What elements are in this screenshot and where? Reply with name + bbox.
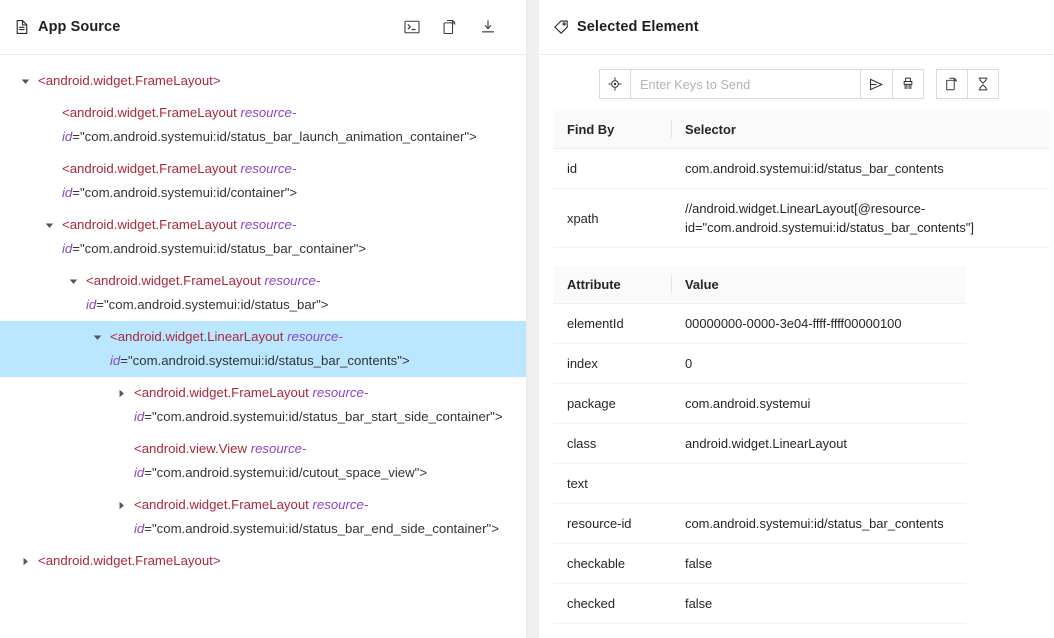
tree-node[interactable]: <android.widget.FrameLayout resource-id=… <box>0 153 526 209</box>
tree-node-label: <android.widget.FrameLayout resource-id=… <box>62 161 298 200</box>
find-by-table: Find By Selector id com.android.systemui:… <box>553 111 1050 248</box>
tree-node-selected[interactable]: <android.widget.LinearLayout resource-id… <box>0 321 526 377</box>
tag-icon <box>553 19 569 35</box>
tree-node[interactable]: <android.widget.FrameLayout resource-id=… <box>0 377 526 433</box>
chevron-down-icon[interactable] <box>18 69 32 93</box>
app-source-header: App Source <box>0 0 526 55</box>
tree-node[interactable]: <android.widget.FrameLayout resource-id=… <box>0 265 526 321</box>
table-row[interactable]: xpath//android.widget.LinearLayout[@reso… <box>553 188 1050 248</box>
attribute-name-cell: checkable <box>553 543 671 584</box>
copy-icon[interactable] <box>936 69 968 99</box>
tree-node-label: <android.widget.FrameLayout resource-id=… <box>86 273 329 312</box>
attribute-name-cell: clickable <box>553 623 671 638</box>
attribute-value-cell: false <box>671 543 966 584</box>
download-icon[interactable] <box>478 17 498 37</box>
table-row[interactable]: text <box>553 463 966 504</box>
chevron-right-icon[interactable] <box>114 381 128 405</box>
tree-node-label: <android.widget.LinearLayout resource-id… <box>110 329 410 368</box>
hourglass-icon[interactable] <box>968 69 999 99</box>
selected-element-title-group: Selected Element <box>553 19 699 35</box>
chevron-right-icon[interactable] <box>18 549 32 573</box>
keys-input-group <box>599 69 924 99</box>
attribute-value-cell: com.android.systemui:id/status_bar_conte… <box>671 503 966 544</box>
chevron-right-icon[interactable] <box>114 493 128 517</box>
tree-node[interactable]: <android.widget.FrameLayout resource-id=… <box>0 209 526 265</box>
table-row[interactable]: resource-id com.android.systemui:id/statu… <box>553 503 966 544</box>
selector-cell: //android.widget.LinearLayout[@resource-… <box>671 188 1050 248</box>
tree-node-label: <android.widget.FrameLayout resource-id=… <box>134 497 499 536</box>
attribute-name-cell: package <box>553 383 671 424</box>
value-column-header: Value <box>671 266 966 304</box>
attribute-value-cell: false <box>671 583 966 624</box>
attribute-name-cell: class <box>553 423 671 464</box>
attributes-scrollbar[interactable] <box>1046 110 1052 610</box>
table-row[interactable]: checked false <box>553 583 966 624</box>
file-document-icon <box>14 19 30 35</box>
tree-node-label: <android.view.View resource-id="com.andr… <box>134 441 428 480</box>
selected-element-toolbar <box>539 55 1054 111</box>
attribute-name-cell: checked <box>553 583 671 624</box>
app-source-actions <box>402 17 512 37</box>
tree-node-label: <android.widget.FrameLayout> <box>38 73 221 88</box>
table-row[interactable]: class android.widget.LinearLayout <box>553 423 966 464</box>
attribute-column-header: Attribute <box>553 266 671 304</box>
app-source-panel: App Source <android.widget.FrameLayout> … <box>0 0 527 638</box>
crosshair-target-icon[interactable] <box>599 69 631 99</box>
panel-divider[interactable] <box>527 0 539 638</box>
appium-inspector-root: App Source <android.widget.FrameLayout> … <box>0 0 1054 638</box>
attribute-value-cell <box>671 463 966 504</box>
tree-node[interactable]: <android.view.View resource-id="com.andr… <box>0 433 526 489</box>
tree-node[interactable]: <android.widget.FrameLayout> <box>0 65 526 97</box>
table-row[interactable]: clickablefalse <box>553 623 966 638</box>
chevron-down-icon[interactable] <box>42 213 56 237</box>
table-row[interactable]: id com.android.systemui:id/status_bar_con… <box>553 148 1050 189</box>
app-source-title-group: App Source <box>14 19 120 35</box>
table-row[interactable]: elementId 00000000-0000-3e04-ffff-ffff000… <box>553 303 966 344</box>
send-keys-input[interactable] <box>631 69 861 99</box>
table-row[interactable]: index 0 <box>553 343 966 384</box>
tree-node[interactable]: <android.widget.FrameLayout resource-id=… <box>0 97 526 153</box>
tree-node-label: <android.widget.FrameLayout resource-id=… <box>134 385 503 424</box>
tree-node-label: <android.widget.FrameLayout resource-id=… <box>62 105 477 144</box>
attributes-table: Attribute Value elementId 00000000-0000-3… <box>553 266 966 638</box>
tree-node[interactable]: <android.widget.FrameLayout resource-id=… <box>0 489 526 545</box>
attribute-name-cell: index <box>553 343 671 384</box>
chevron-down-icon[interactable] <box>90 325 104 349</box>
selected-element-title-text: Selected Element <box>577 19 699 35</box>
app-source-tree-scroll[interactable]: <android.widget.FrameLayout> <android.wid… <box>0 55 526 638</box>
attribute-value-cell: android.widget.LinearLayout <box>671 423 966 464</box>
table-row[interactable]: package com.android.systemui <box>553 383 966 424</box>
tree-node-label: <android.widget.FrameLayout> <box>38 553 221 568</box>
attribute-value-cell: false <box>671 623 966 638</box>
tree-node[interactable]: <android.widget.FrameLayout> <box>0 545 526 577</box>
attribute-name-cell: elementId <box>553 303 671 344</box>
selected-element-tables: Find By Selector id com.android.systemui:… <box>539 111 1054 638</box>
selected-element-header: Selected Element <box>539 0 1054 55</box>
selected-element-panel: Selected Element Enter Keys to Send Find… <box>539 0 1054 638</box>
terminal-icon[interactable] <box>402 17 422 37</box>
attribute-name-cell: resource-id <box>553 503 671 544</box>
brush-clear-icon[interactable] <box>893 69 924 99</box>
app-source-tree: <android.widget.FrameLayout> <android.wid… <box>0 65 526 587</box>
attribute-value-cell: com.android.systemui <box>671 383 966 424</box>
attribute-value-cell: 00000000-0000-3e04-ffff-ffff00000100 <box>671 303 966 344</box>
selector-cell: com.android.systemui:id/status_bar_conte… <box>671 148 1050 189</box>
app-source-title-text: App Source <box>38 19 121 35</box>
table-row[interactable]: checkable false <box>553 543 966 584</box>
tree-node-label: <android.widget.FrameLayout resource-id=… <box>62 217 367 256</box>
find-by-cell: id <box>553 148 671 189</box>
element-actions-group <box>936 69 999 99</box>
find-by-table-header-row: Find By Selector <box>553 111 1050 149</box>
attribute-value-cell: 0 <box>671 343 966 384</box>
find-by-column-header: Find By <box>553 111 671 149</box>
send-paper-plane-icon[interactable] <box>861 69 893 99</box>
chevron-down-icon[interactable] <box>66 269 80 293</box>
copy-icon[interactable] <box>440 17 460 37</box>
attribute-name-cell: text <box>553 463 671 504</box>
selector-column-header: Selector <box>671 111 1050 149</box>
find-by-cell: xpath <box>553 188 671 248</box>
attributes-table-header-row: Attribute Value <box>553 266 966 304</box>
